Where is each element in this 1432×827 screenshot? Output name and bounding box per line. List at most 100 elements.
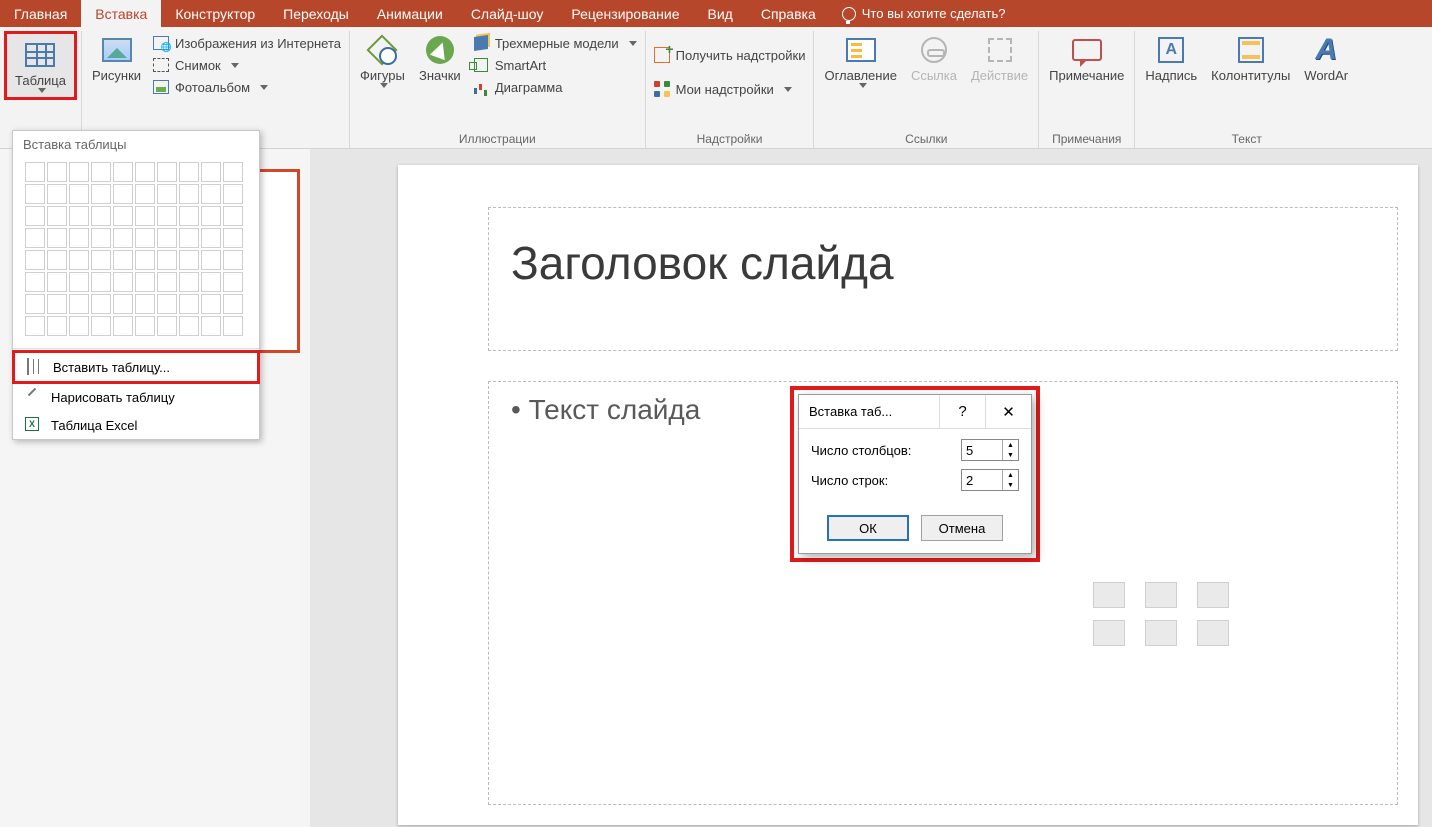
chart-button[interactable]: Диаграмма [469, 77, 641, 97]
slide-title-placeholder[interactable]: Заголовок слайда [488, 207, 1398, 351]
photo-album-button[interactable]: Фотоальбом [149, 77, 345, 97]
tab-home[interactable]: Главная [0, 0, 81, 27]
dialog-close-button[interactable]: ✕ [985, 395, 1031, 428]
group-links-label: Ссылки [905, 132, 947, 146]
action-button[interactable]: Действие [965, 31, 1034, 85]
lightbulb-icon [842, 7, 856, 21]
screenshot-button[interactable]: Снимок [149, 55, 345, 75]
picture-icon [102, 38, 132, 62]
chevron-down-icon [629, 41, 637, 46]
ph-table-icon[interactable] [1093, 582, 1125, 608]
chevron-down-icon [38, 88, 46, 93]
ph-smartart-icon[interactable] [1197, 582, 1229, 608]
group-addins: Получить надстройки Мои надстройки Надст… [646, 31, 815, 148]
shapes-icon [367, 35, 397, 65]
photo-album-label: Фотоальбом [175, 80, 250, 95]
my-addins-label: Мои надстройки [676, 82, 774, 97]
smartart-icon [474, 58, 488, 72]
wordart-icon: A [1315, 33, 1337, 67]
header-footer-button[interactable]: Колонтитулы [1205, 31, 1296, 85]
online-pictures-label: Изображения из Интернета [175, 36, 341, 51]
rows-label: Число строк: [811, 473, 953, 488]
group-comments: Примечание Примечания [1039, 31, 1135, 148]
smartart-button[interactable]: SmartArt [469, 55, 641, 75]
tab-view[interactable]: Вид [694, 0, 747, 27]
zoom-toc-label: Оглавление [824, 69, 896, 83]
table-dropdown-menu: Вставка таблицы Вставить таблицу... Нари… [12, 130, 260, 440]
my-addins-button[interactable]: Мои надстройки [650, 79, 810, 99]
group-links: Оглавление Ссылка Действие Ссылки [814, 31, 1039, 148]
columns-decrement[interactable]: ▼ [1003, 450, 1018, 460]
cube-icon [474, 35, 488, 51]
ph-online-picture-icon[interactable] [1145, 620, 1177, 646]
draw-table-menu-item[interactable]: Нарисовать таблицу [13, 383, 259, 411]
tell-me-label: Что вы хотите сделать? [862, 6, 1006, 21]
smartart-label: SmartArt [495, 58, 546, 73]
dialog-help-button[interactable]: ? [939, 395, 985, 428]
excel-icon: X [25, 417, 39, 431]
shapes-button[interactable]: Фигуры [354, 31, 411, 90]
tab-design[interactable]: Конструктор [161, 0, 269, 27]
group-text: A Надпись Колонтитулы A WordAr Текст [1135, 31, 1358, 148]
link-icon [921, 37, 947, 63]
insert-table-menu-item[interactable]: Вставить таблицу... [12, 350, 260, 384]
ok-button[interactable]: ОК [827, 515, 909, 541]
zoom-toc-button[interactable]: Оглавление [818, 31, 902, 90]
icons-button[interactable]: Значки [413, 31, 467, 85]
photo-album-icon [153, 80, 169, 94]
get-addins-icon [654, 47, 670, 63]
chevron-down-icon [231, 63, 239, 68]
wordart-label: WordAr [1304, 69, 1348, 83]
ph-picture-icon[interactable] [1093, 620, 1125, 646]
tab-insert[interactable]: Вставка [81, 0, 161, 27]
rows-input[interactable] [962, 470, 1002, 490]
ph-video-icon[interactable] [1197, 620, 1229, 646]
tab-animations[interactable]: Анимации [363, 0, 457, 27]
columns-increment[interactable]: ▲ [1003, 440, 1018, 450]
rows-spinbox[interactable]: ▲ ▼ [961, 469, 1019, 491]
get-addins-button[interactable]: Получить надстройки [650, 45, 810, 65]
menu-separator [13, 348, 259, 349]
tab-review[interactable]: Рецензирование [557, 0, 693, 27]
pictures-button[interactable]: Рисунки [86, 31, 147, 85]
ribbon-tabs: Главная Вставка Конструктор Переходы Ани… [0, 0, 1432, 27]
columns-input[interactable] [962, 440, 1002, 460]
comment-icon [1072, 39, 1102, 61]
tab-transitions[interactable]: Переходы [269, 0, 363, 27]
draw-table-label: Нарисовать таблицу [51, 390, 175, 405]
3d-models-button[interactable]: Трехмерные модели [469, 33, 641, 53]
insert-table-label: Вставить таблицу... [53, 360, 170, 375]
table-size-grid[interactable] [13, 158, 259, 346]
cancel-button[interactable]: Отмена [921, 515, 1003, 541]
textbox-icon: A [1158, 37, 1184, 63]
wordart-button[interactable]: A WordAr [1298, 31, 1354, 85]
table-icon [25, 43, 55, 67]
tell-me-search[interactable]: Что вы хотите сделать? [830, 0, 1018, 27]
highlight-table-button: Таблица [4, 31, 77, 100]
chart-label: Диаграмма [495, 80, 563, 95]
tab-slideshow[interactable]: Слайд-шоу [457, 0, 558, 27]
screenshot-label: Снимок [175, 58, 221, 73]
table-button[interactable]: Таблица [9, 36, 72, 95]
chart-icon [474, 80, 488, 94]
group-addins-label: Надстройки [697, 132, 763, 146]
chevron-down-icon [380, 83, 388, 88]
link-button[interactable]: Ссылка [905, 31, 963, 85]
rows-increment[interactable]: ▲ [1003, 470, 1018, 480]
comment-button[interactable]: Примечание [1043, 31, 1130, 85]
dialog-titlebar[interactable]: Вставка таб... ? ✕ [799, 395, 1031, 429]
my-addins-icon [654, 81, 670, 97]
group-illustrations-label: Иллюстрации [459, 132, 536, 146]
columns-spinbox[interactable]: ▲ ▼ [961, 439, 1019, 461]
ph-chart-icon[interactable] [1145, 582, 1177, 608]
highlight-dialog: Вставка таб... ? ✕ Число столбцов: ▲ ▼ Ч… [790, 386, 1040, 562]
screenshot-icon [153, 58, 169, 72]
rows-decrement[interactable]: ▼ [1003, 480, 1018, 490]
excel-table-menu-item[interactable]: X Таблица Excel [13, 411, 259, 439]
tab-help[interactable]: Справка [747, 0, 830, 27]
insert-table-dialog: Вставка таб... ? ✕ Число столбцов: ▲ ▼ Ч… [798, 394, 1032, 554]
dialog-body: Число столбцов: ▲ ▼ Число строк: ▲ ▼ [799, 429, 1031, 509]
textbox-button[interactable]: A Надпись [1139, 31, 1203, 85]
header-footer-label: Колонтитулы [1211, 69, 1290, 83]
online-pictures-button[interactable]: Изображения из Интернета [149, 33, 345, 53]
